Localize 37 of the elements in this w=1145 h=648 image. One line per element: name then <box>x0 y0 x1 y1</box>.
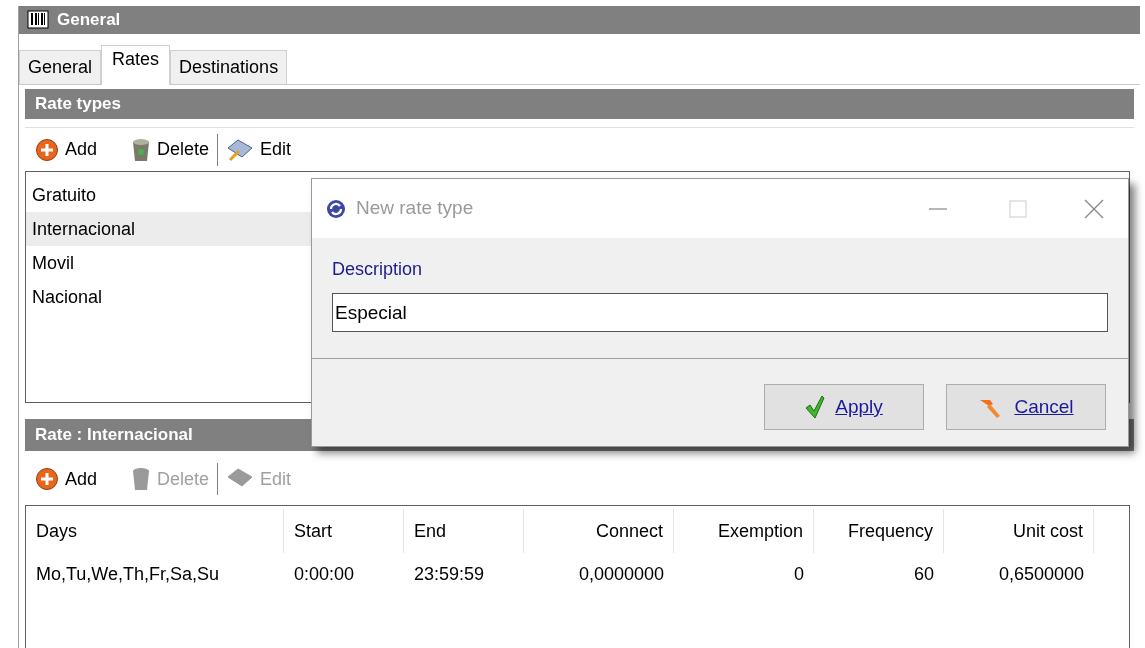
table-cell-text: Mo,Tu,We,Th,Fr,Sa,Su <box>35 562 221 586</box>
column-header[interactable]: Days <box>26 509 284 553</box>
trash-can-icon <box>131 137 152 162</box>
app-icon <box>326 198 346 219</box>
column-header[interactable]: Unit cost <box>944 509 1094 553</box>
add-button[interactable]: Add <box>35 133 98 166</box>
table-cell-text: 23:59:59 <box>413 562 486 586</box>
description-field[interactable]: Especial <box>332 293 1108 332</box>
check-icon <box>805 395 826 419</box>
table-cell-text: 0:00:00 <box>293 562 356 586</box>
dialog-title: New rate type <box>356 196 474 221</box>
column-header[interactable]: Frequency <box>814 509 944 553</box>
edit-button[interactable]: Edit <box>226 133 292 166</box>
apply-button[interactable]: Apply <box>764 384 924 430</box>
window-title: General <box>57 9 121 32</box>
tab[interactable]: General <box>19 50 102 84</box>
column-header[interactable]: Connect <box>524 509 674 553</box>
field-label: Description <box>332 258 423 280</box>
column-header[interactable]: End <box>404 509 524 553</box>
maximize-icon[interactable] <box>1008 198 1028 219</box>
tab[interactable]: Destinations <box>170 50 288 84</box>
column-header[interactable]: Start <box>284 509 404 553</box>
add-button[interactable]: Add <box>35 463 98 495</box>
trash-can-icon <box>131 467 152 491</box>
close-icon[interactable] <box>1084 198 1104 219</box>
delete-button[interactable]: Delete <box>131 133 210 166</box>
section-header: Rate types <box>25 89 1134 119</box>
table-cell-text: 0,0000000 <box>577 562 665 586</box>
tab[interactable]: Rates <box>101 45 171 85</box>
table-cell-text: 0 <box>793 562 805 586</box>
table-cell-text: 60 <box>912 562 935 586</box>
plus-circle-icon <box>35 467 59 491</box>
barcode-icon <box>27 10 49 30</box>
cancel-button[interactable]: Cancel <box>946 384 1106 430</box>
plus-circle-icon <box>35 137 59 162</box>
column-header[interactable]: Exemption <box>674 509 814 553</box>
table-cell-text: 0,6500000 <box>997 562 1085 586</box>
